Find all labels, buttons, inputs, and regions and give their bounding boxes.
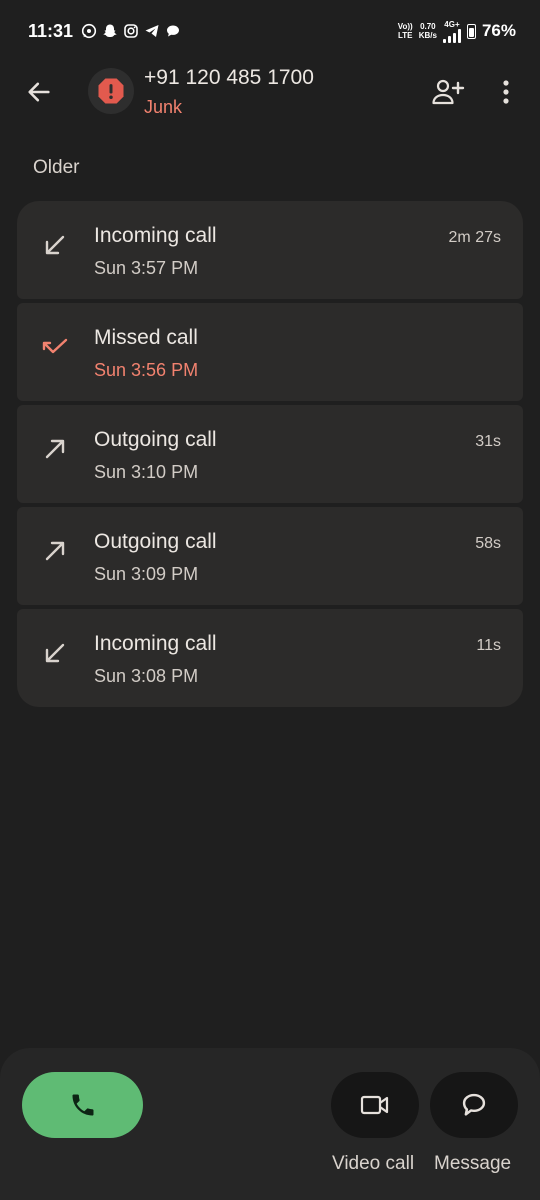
whatsapp-icon [81, 23, 97, 39]
more-vert-icon [503, 80, 509, 104]
status-bar: 11:31 Vo)) LTE 0.70 KB/s 4G+ 76% [0, 0, 540, 62]
call-history-item[interactable]: Outgoing call Sun 3:09 PM 58s [17, 507, 523, 605]
chat-bubble-icon [167, 25, 180, 37]
video-call-label: Video call [332, 1153, 415, 1174]
section-label-older: Older [33, 157, 80, 178]
call-time: Sun 3:10 PM [94, 462, 199, 482]
phone-number: +91 120 485 1700 [144, 66, 314, 89]
bottom-action-bar: Video call Message [0, 1048, 540, 1200]
message-bubble-icon [462, 1093, 486, 1116]
call-history-item[interactable]: Missed call Sun 3:56 PM [17, 303, 523, 401]
battery-icon [466, 23, 476, 39]
status-time: 11:31 [28, 20, 74, 41]
call-time: Sun 3:57 PM [94, 258, 199, 278]
call-duration: 2m 27s [448, 229, 501, 246]
call-time: Sun 3:08 PM [94, 666, 199, 686]
junk-label: Junk [144, 97, 183, 117]
message-label: Message [434, 1153, 512, 1174]
alert-octagon-icon [98, 78, 124, 104]
call-history-item[interactable]: Incoming call Sun 3:08 PM 11s [17, 609, 523, 707]
signal-icon [442, 28, 461, 43]
telegram-icon [145, 25, 159, 37]
battery-percent: 76% [481, 21, 516, 40]
outgoing-call-arrow-icon [45, 439, 65, 459]
status-indicators: Vo)) LTE 0.70 KB/s 4G+ 76% [398, 20, 516, 43]
call-history-item[interactable]: Outgoing call Sun 3:10 PM 31s [17, 405, 523, 503]
call-type: Incoming call [94, 632, 217, 655]
avatar [88, 68, 134, 114]
phone-icon [72, 1094, 93, 1116]
snapchat-icon [103, 24, 117, 37]
call-duration: 11s [476, 637, 501, 654]
network-speed: 0.70 KB/s [418, 22, 437, 40]
call-duration: 58s [475, 535, 501, 552]
more-options-button[interactable] [488, 74, 524, 110]
contact-header: +91 120 485 1700 Junk [0, 62, 540, 122]
add-contact-button[interactable] [428, 74, 468, 110]
outgoing-call-arrow-icon [45, 541, 65, 561]
call-button[interactable] [22, 1072, 143, 1138]
call-history-item[interactable]: Incoming call Sun 3:57 PM 2m 27s [17, 201, 523, 299]
incoming-call-arrow-icon [45, 235, 65, 255]
call-type: Outgoing call [94, 530, 217, 553]
instagram-icon [124, 24, 138, 38]
network-type: 4G+ [442, 20, 461, 43]
call-time: Sun 3:56 PM [94, 360, 199, 380]
call-type: Missed call [94, 326, 198, 349]
back-arrow-icon [28, 82, 50, 102]
missed-call-arrow-icon [42, 338, 68, 354]
volte-indicator: Vo)) LTE [397, 22, 413, 40]
call-history-list: Incoming call Sun 3:57 PM 2m 27s Missed … [17, 201, 523, 707]
video-call-button[interactable] [331, 1072, 419, 1138]
message-button[interactable] [430, 1072, 518, 1138]
add-person-icon [432, 79, 465, 105]
call-duration: 31s [475, 433, 501, 450]
incoming-call-arrow-icon [45, 643, 65, 663]
call-time: Sun 3:09 PM [94, 564, 199, 584]
call-type: Incoming call [94, 224, 217, 247]
status-app-icons [81, 23, 181, 39]
call-type: Outgoing call [94, 428, 217, 451]
back-button[interactable] [18, 74, 60, 110]
video-camera-icon [360, 1095, 389, 1115]
